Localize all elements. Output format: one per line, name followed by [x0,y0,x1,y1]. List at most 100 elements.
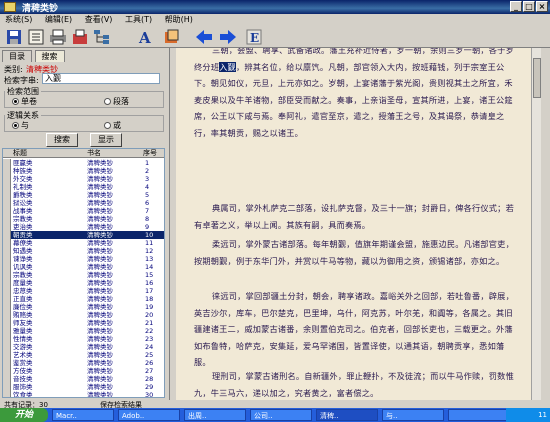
table-cell: 清稗类钞 [87,295,113,303]
logic-and-radio[interactable]: 与 [12,120,29,131]
column-number[interactable]: 序号 [143,149,157,158]
export-icon[interactable] [70,28,90,46]
table-row[interactable]: 讥讽类 清稗类钞 14 [3,263,164,271]
row-indicator [3,279,11,287]
table-cell: 清稗类钞 [87,175,113,183]
logic-or-radio[interactable]: 或 [104,120,121,131]
table-row[interactable]: 服饰类 清稗类钞 29 [3,383,164,391]
menu-view[interactable]: 查看(V) [80,14,118,26]
table-cell: 19 [145,303,154,311]
color-icon[interactable] [162,28,182,46]
menu-tools[interactable]: 工具(T) [120,14,157,26]
table-cell: 8 [145,215,150,223]
column-title[interactable]: 标题 [13,149,27,158]
table-cell: 20 [145,311,154,319]
minimize-button[interactable]: _ [510,1,522,12]
document-scrollbar[interactable] [531,48,541,400]
table-row[interactable]: 雅量类 清稗类钞 22 [3,327,164,335]
table-row[interactable]: 狱讼类 清稗类钞 6 [3,199,164,207]
print-icon[interactable] [48,28,68,46]
table-cell: 2 [145,167,150,175]
table-row[interactable]: 宗教类 清稗类钞 15 [3,271,164,279]
table-row[interactable]: 种族类 清稗类钞 2 [3,167,164,175]
taskbar-item[interactable]: 公司.. [250,409,312,421]
table-row[interactable]: 外交类 清稗类钞 3 [3,175,164,183]
table-row[interactable]: 饮食类 清稗类钞 30 [3,391,164,398]
table-row[interactable]: 忠荩类 清稗类钞 17 [3,287,164,295]
book-icon[interactable] [26,28,46,46]
table-row[interactable]: 吏治类 清稗类钞 9 [3,223,164,231]
table-row[interactable]: 性情类 清稗类钞 23 [3,335,164,343]
tree-icon[interactable] [92,28,112,46]
keyword-input[interactable]: 入觐 [42,73,160,84]
row-indicator [3,239,11,247]
tab-contents[interactable]: 目录 [2,50,32,62]
menu-system[interactable]: 系统(S) [0,14,37,26]
table-cell: 礼制类 [13,183,33,191]
menu-edit[interactable]: 编辑(E) [40,14,77,26]
table-row[interactable]: 正直类 清稗类钞 18 [3,295,164,303]
table-row[interactable]: 廉俭类 清稗类钞 19 [3,303,164,311]
scope-single-radio[interactable]: 单卷 [12,96,37,107]
row-indicator [3,311,11,319]
row-indicator [3,271,11,279]
taskbar-item[interactable]: 与.. [382,409,444,421]
table-cell: 15 [145,271,154,279]
taskbar-item[interactable]: Macr.. [52,409,114,421]
table-row[interactable]: 礼制类 清稗类钞 4 [3,183,164,191]
tab-search[interactable]: 搜索 [34,50,65,62]
table-cell: 忠荩类 [13,287,33,295]
forward-arrow-icon[interactable] [218,28,238,46]
document-view[interactable]: 三朝，会盟、聘享、武备诸政。藩王充补近侍者，岁一朝，余则三岁一朝，各于岁终分班入… [176,48,531,400]
row-indicator [3,391,11,397]
scrollbar-thumb[interactable] [533,58,541,98]
table-row[interactable]: 艺术类 清稗类钞 25 [3,351,164,359]
table-row[interactable]: 方伎类 清稗类钞 27 [3,367,164,375]
table-cell: 清稗类钞 [87,391,113,398]
table-row[interactable]: 师友类 清稗类钞 21 [3,319,164,327]
table-cell: 种族类 [13,167,33,175]
taskbar-item[interactable] [448,409,510,421]
taskbar-item[interactable]: 清稗.. [316,409,378,421]
radio-checked-icon [12,122,19,129]
table-row[interactable]: 幕僚类 清稗类钞 11 [3,239,164,247]
table-cell: 4 [145,183,150,191]
maximize-button[interactable]: □ [523,1,535,12]
table-row[interactable]: 爵秩类 清稗类钞 5 [3,191,164,199]
table-row[interactable]: 匪赢类 清稗类钞 1 [3,159,164,167]
scope-paragraph-radio[interactable]: 段落 [104,96,129,107]
font-icon[interactable]: A [136,28,156,46]
column-book[interactable]: 书名 [87,149,101,158]
table-row[interactable]: 朝贡类 清稗类钞 10 [3,231,164,239]
table-cell: 讥讽类 [13,263,33,271]
edit-icon[interactable]: E [244,28,264,46]
back-arrow-icon[interactable] [194,28,214,46]
table-cell: 12 [145,247,154,255]
table-row[interactable]: 宗教类 清稗类钞 8 [3,215,164,223]
table-cell: 宗教类 [13,271,33,279]
row-indicator [3,295,11,303]
results-table[interactable]: 标题 书名 序号 匪赢类 清稗类钞 1 种族类 清稗类钞 2 外交类 清稗类钞 3 礼制类 清稗类钞… [2,148,165,398]
table-row[interactable]: 鉴赏类 清稗类钞 26 [3,359,164,367]
taskbar-item[interactable]: 出周.. [184,409,246,421]
table-cell: 谏诤类 [13,255,33,263]
table-row[interactable]: 交游类 清稗类钞 24 [3,343,164,351]
title-bar: 清稗类钞 _ □ × [0,0,550,14]
table-cell: 清稗类钞 [87,167,113,175]
table-row[interactable]: 战事类 清稗类钞 7 [3,207,164,215]
close-button[interactable]: × [536,1,548,12]
table-row[interactable]: 知遇类 清稗类钞 12 [3,247,164,255]
menu-help[interactable]: 帮助(H) [160,14,198,26]
table-row[interactable]: 贿赂类 清稗类钞 20 [3,311,164,319]
table-row[interactable]: 音技类 清稗类钞 28 [3,375,164,383]
table-cell: 清稗类钞 [87,351,113,359]
save-icon[interactable] [4,28,24,46]
search-button[interactable]: 搜索 [46,133,78,147]
show-button[interactable]: 显示 [90,133,122,147]
table-row[interactable]: 度量类 清稗类钞 16 [3,279,164,287]
table-cell: 清稗类钞 [87,231,113,239]
table-row[interactable]: 谏诤类 清稗类钞 13 [3,255,164,263]
taskbar-item[interactable]: Adob.. [118,409,180,421]
start-button[interactable]: 开始 [0,408,48,422]
table-cell: 5 [145,191,150,199]
